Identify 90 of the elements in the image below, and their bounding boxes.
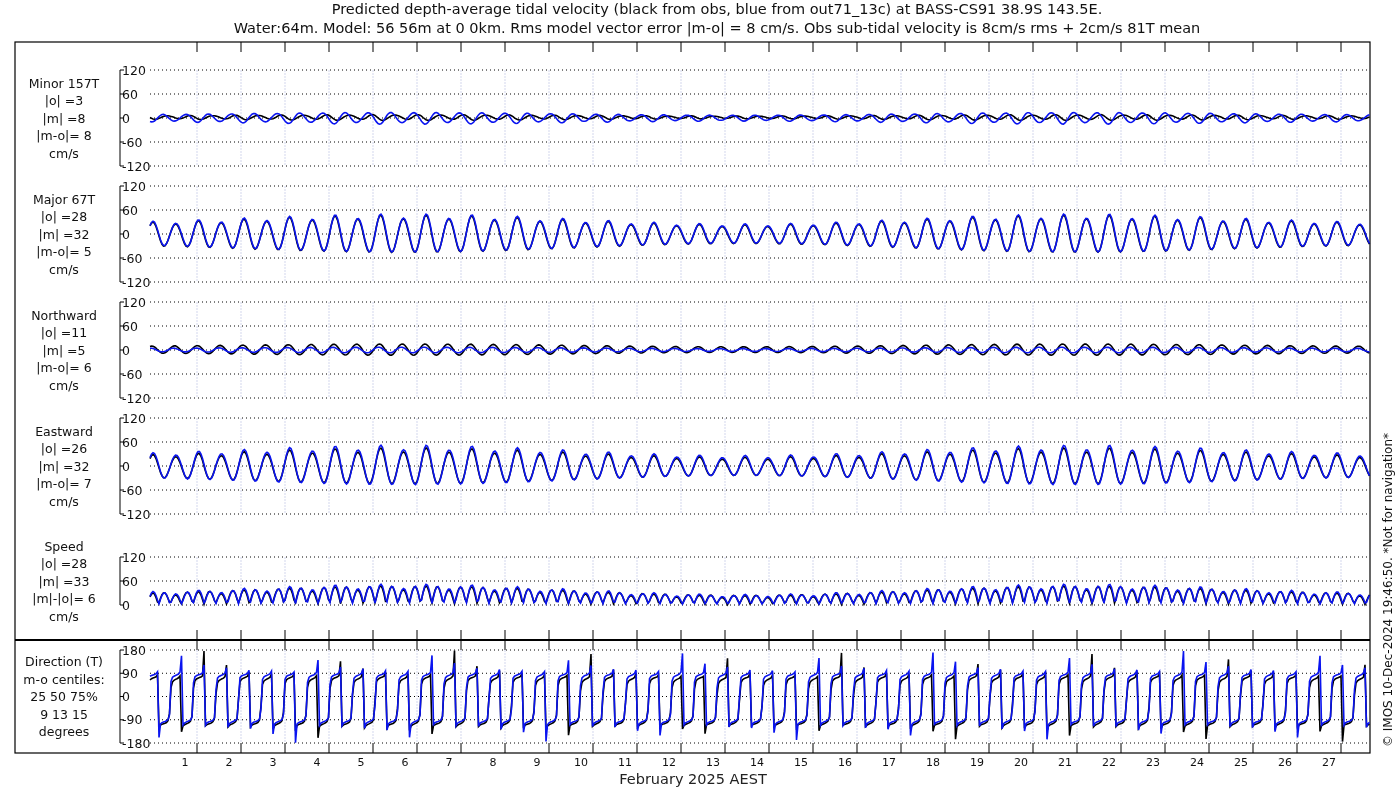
- x-tick-label: 25: [1234, 756, 1248, 769]
- panel-label: |m| =32: [38, 226, 90, 242]
- x-tick-label: 10: [574, 756, 588, 769]
- x-tick-label: 19: [970, 756, 984, 769]
- panel-label: cm/s: [49, 377, 79, 393]
- x-tick-label: 6: [401, 756, 409, 769]
- panel-label: |m-o|= 8: [36, 128, 92, 143]
- x-tick-label: 16: [838, 756, 852, 769]
- panel-label: Direction (T): [25, 654, 103, 669]
- x-tick-label: 5: [357, 756, 365, 769]
- y-tick-label: -120: [122, 390, 151, 406]
- y-tick-label: 60: [122, 86, 138, 102]
- panel-label: |m-o|= 5: [36, 244, 92, 259]
- panel-label: degrees: [38, 724, 90, 739]
- x-tick-label: 4: [313, 756, 321, 769]
- panel-label: |m| =32: [38, 458, 90, 474]
- y-tick-label: 120: [122, 549, 146, 565]
- y-tick-label: 0: [122, 597, 130, 613]
- panel-label: |o| =28: [40, 556, 88, 571]
- x-axis-label: February 2025 AEST: [619, 771, 767, 787]
- x-tick-label: 21: [1058, 756, 1072, 769]
- panel-label: |m| =5: [42, 342, 86, 358]
- chart-title: Water:64m. Model: 56 56m at 0 0km. Rms model vector error |m-o| = 8 cm/s. Obs sub-tidal velocity is 8cm/s rms + 2cm/s 81T mean: [233, 20, 1201, 36]
- y-tick-label: 0: [122, 689, 130, 704]
- x-tick-label: 8: [489, 756, 497, 769]
- chart-title: Predicted depth-average tidal velocity (black from obs, blue from out71_13c) at BASS-CS91 38.9S 143.5E.: [331, 1, 1103, 17]
- x-tick-label: 17: [882, 756, 896, 769]
- x-tick-label: 2: [225, 756, 233, 769]
- panel-label: |m| =8: [42, 110, 86, 126]
- panel-label: 9 13 15: [40, 706, 88, 722]
- x-tick-label: 1: [181, 756, 189, 769]
- x-tick-label: 3: [269, 756, 277, 769]
- y-tick-label: 60: [122, 318, 138, 334]
- panel-label: |m-o|= 7: [36, 476, 92, 491]
- x-tick-label: 9: [533, 756, 541, 769]
- y-tick-label: 120: [122, 178, 146, 194]
- panel-label: cm/s: [49, 608, 79, 624]
- y-tick-label: 120: [122, 410, 146, 426]
- x-tick-label: 13: [706, 756, 720, 769]
- panel-label: 25 50 75%: [30, 689, 98, 704]
- panel-label: Eastward: [35, 423, 93, 439]
- panel-label: cm/s: [49, 145, 79, 161]
- y-tick-label: -90: [122, 712, 143, 728]
- panel-label: m-o centiles:: [23, 671, 105, 687]
- y-tick-label: 0: [122, 110, 130, 126]
- panel-label: Minor 157T: [28, 75, 100, 91]
- y-tick-label: 0: [122, 458, 130, 474]
- x-tick-label: 24: [1190, 756, 1204, 769]
- panel-label: cm/s: [49, 493, 79, 509]
- x-tick-label: 27: [1322, 756, 1336, 769]
- x-tick-label: 15: [794, 756, 808, 769]
- panel-label: |m|-|o|= 6: [32, 591, 96, 606]
- x-tick-label: 26: [1278, 756, 1292, 769]
- y-tick-label: -60: [122, 366, 143, 382]
- panel-label: Speed: [44, 538, 84, 554]
- y-tick-label: 0: [122, 342, 130, 358]
- x-tick-label: 22: [1102, 756, 1116, 769]
- x-tick-label: 7: [445, 756, 453, 769]
- y-tick-label: -60: [122, 482, 143, 498]
- x-tick-label: 14: [750, 756, 764, 769]
- panel-label: |m| =33: [38, 573, 90, 589]
- y-tick-label: 60: [122, 202, 138, 218]
- y-tick-label: -120: [122, 158, 151, 174]
- y-tick-label: 120: [122, 294, 146, 310]
- y-tick-label: 60: [122, 573, 138, 589]
- y-tick-label: -120: [122, 274, 151, 290]
- y-tick-label: -120: [122, 506, 151, 522]
- copyright-notice: © IMOS 10-Dec-2024 19:46:50. *Not for navigation*: [1381, 432, 1395, 748]
- panel-label: |o| =3: [44, 93, 84, 108]
- y-tick-label: -60: [122, 250, 143, 266]
- y-tick-label: 90: [122, 665, 138, 681]
- panel-label: |o| =11: [40, 325, 88, 340]
- x-tick-label: 11: [618, 756, 632, 769]
- y-tick-label: 120: [122, 62, 146, 78]
- y-tick-label: -180: [122, 735, 151, 751]
- panel-label: |o| =28: [40, 209, 88, 224]
- panel-label: |m-o|= 6: [36, 360, 92, 375]
- y-tick-label: 60: [122, 434, 138, 450]
- x-tick-label: 23: [1146, 756, 1160, 769]
- x-tick-label: 20: [1014, 756, 1028, 769]
- panel-label: Northward: [31, 307, 97, 323]
- panel-label: Major 67T: [32, 191, 96, 207]
- y-tick-label: 180: [122, 642, 146, 658]
- y-tick-label: 0: [122, 226, 130, 242]
- y-tick-label: -60: [122, 134, 143, 150]
- x-tick-label: 12: [662, 756, 676, 769]
- y-axis: [119, 556, 125, 606]
- panel-label: |o| =26: [40, 441, 88, 456]
- x-tick-label: 18: [926, 756, 940, 769]
- panel-label: cm/s: [49, 261, 79, 277]
